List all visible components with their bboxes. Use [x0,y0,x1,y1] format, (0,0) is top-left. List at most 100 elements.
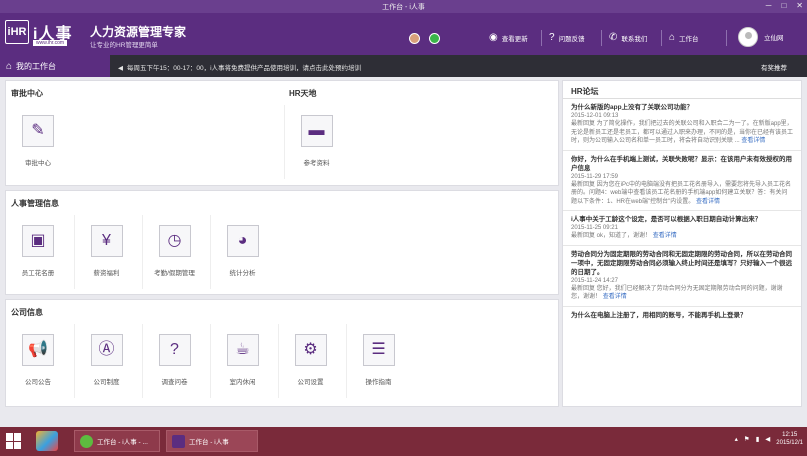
tile-label: 公司制度 [93,379,120,386]
post-detail-link[interactable]: 查看详情 [741,138,765,144]
forum-post[interactable]: i人事中关于工龄这个设定，是否可以根据入职日期自动计算出来？ 2015-11-2… [563,211,801,246]
hr-forum-panel: HR论坛 为什么新版的app上没有了关联公司功能？ 2015-12-01 09:… [562,80,802,407]
tile-announcement[interactable]: 📢 公司公告 [6,324,70,398]
logo-mark: iHR [5,20,29,44]
tray-flag-icon[interactable]: ⚑ [744,435,750,443]
post-body: 最新回复 因为您在iPc中的电脑端没有把员工花名册导入，需要您将先导入员工花名册… [571,181,792,205]
section-title-personnel: 人事管理信息 [11,199,59,208]
logo-url: www.ihr.com [33,40,68,46]
avatar[interactable] [738,27,758,47]
forum-post[interactable]: 你好，为什么在手机端上测试，关联失败呢？显示：在该用户未有效授权的用户信息 20… [563,151,801,211]
notice-text: 每周五下午15：00-17：00，i人事将免费提供产品使用培训，请点击此处预约培… [127,65,362,72]
question-icon: ? [158,334,191,366]
taskbar-clock[interactable]: 12:15 2015/12/1 [776,431,803,447]
ihr-app-icon [172,434,185,448]
tile-reference[interactable]: ▬ 参考资料 [284,105,348,179]
post-date: 2015-11-24 14:27 [571,277,618,284]
user-name[interactable]: 立仙网 [764,32,784,42]
os-taskbar: 工作台 - i人事 - ... 工作台 - i人事 ▴ ⚑ ▮ ◀ 12:15 … [0,427,807,456]
tile-label: 公司公告 [25,379,51,386]
tile-settings[interactable]: ⚙ 公司设置 [278,324,342,398]
post-detail-link[interactable]: 查看详情 [603,294,627,300]
forum-post[interactable]: 为什么新版的app上没有了关联公司功能？ 2015-12-01 09:13 最新… [563,99,801,151]
tray-up-arrow-icon[interactable]: ▴ [735,435,738,443]
clock-time: 12:15 [782,432,798,438]
clock-date: 2015/12/1 [776,440,803,446]
tile-salary[interactable]: ¥ 薪资福利 [74,215,138,289]
tile-label: 调查问卷 [161,379,188,386]
approval-icon: ✎ [22,115,54,147]
user-name-label: 立仙网 [764,35,784,42]
maximize-button[interactable]: □ [781,1,786,10]
brand-title: 人力资源管理专家 [90,25,187,39]
megaphone-icon: ◀ [118,65,123,72]
forum-post[interactable]: 为什么在电脑上注册了，用相同的账号，不能再手机上登录？ [563,307,801,324]
system-tray: ▴ ⚑ ▮ ◀ 12:15 2015/12/1 [735,431,803,447]
post-date: 2015-12-01 09:13 [571,113,619,119]
folder-icon: ▬ [300,115,333,147]
tab-label: 我的工作台 [16,61,57,71]
tile-approval-center[interactable]: ✎ 审批中心 [6,105,70,179]
tray-network-icon[interactable]: ▮ [756,435,760,443]
window-title: 工作台 - i人事 [382,4,425,11]
post-title[interactable]: 为什么在电脑上注册了，用相同的账号，不能再手机上登录？ [571,311,793,320]
post-title[interactable]: i人事中关于工龄这个设定，是否可以根据入职日期自动计算出来？ [571,215,793,224]
referral-link[interactable]: 有奖推荐 [761,62,787,72]
tile-label: 操作指南 [365,379,392,386]
tile-label: 员工花名册 [21,270,55,277]
sub-nav-bar: ⌂ 我的工作台 ◀ 每周五下午15：00-17：00，i人事将免费提供产品使用培训… [0,55,807,77]
coffee-icon: ☕ [226,334,259,366]
app-header: iHR i人事 www.ihr.com 人力资源管理专家 让专业的HR管理更简单… [0,13,807,55]
pie-chart-icon: ◕ [226,225,259,257]
nav-feedback[interactable]: ? 问题反馈 [549,32,585,43]
clock-icon: ◷ [158,225,191,257]
nav-label: 联系我们 [621,35,648,43]
tray-volume-icon[interactable]: ◀ [765,435,770,443]
close-button[interactable]: ✕ [796,1,803,10]
nav-label: 工作台 [679,35,699,43]
company-panel: 公司信息 📢 公司公告 Ⓐ 公司制度 ? 调查问卷 ☕ 室内休闲 ⚙ 公司设置 … [5,299,559,407]
tile-policy[interactable]: Ⓐ 公司制度 [74,324,138,398]
megaphone-icon: 📢 [22,334,54,366]
post-title[interactable]: 劳动合同分为固定期限的劳动合同和无固定期限的劳动合同，所以在劳动合同一项中，无固… [571,250,793,277]
tile-label: 薪资福利 [93,270,120,277]
section-title-hr-world: HR天地 [289,89,317,98]
post-title[interactable]: 为什么新版的app上没有了关联公司功能？ [571,103,793,112]
tab-my-workbench[interactable]: ⌂ 我的工作台 [0,55,110,77]
tile-guide[interactable]: ☰ 操作指南 [346,324,410,398]
status-orange-icon[interactable] [409,33,420,44]
status-green-icon[interactable] [429,33,440,44]
taskbar-task-browser[interactable]: 工作台 - i人事 - ... [74,430,160,452]
tile-employee-roster[interactable]: ▣ 员工花名册 [6,215,70,289]
training-notice[interactable]: ◀ 每周五下午15：00-17：00，i人事将免费提供产品使用培训，请点击此处预约… [118,62,361,72]
section-title-company: 公司信息 [11,308,43,317]
personnel-panel: 人事管理信息 ▣ 员工花名册 ¥ 薪资福利 ◷ 考勤/假期管理 ◕ 统计分析 [5,190,559,295]
app-launcher-icon[interactable] [36,431,58,451]
forum-post[interactable]: 劳动合同分为固定期限的劳动合同和无固定期限的劳动合同，所以在劳动合同一项中，无固… [563,246,801,307]
tile-attendance[interactable]: ◷ 考勤/假期管理 [142,215,206,289]
nav-workbench[interactable]: ⌂ 工作台 [669,32,699,43]
taskbar-task-ihr[interactable]: 工作台 - i人事 [166,430,258,452]
nav-contact[interactable]: ✆ 联系我们 [609,32,647,43]
section-title-approval: 审批中心 [11,89,43,98]
tile-label: 公司设置 [297,379,324,386]
windows-start-icon[interactable] [6,433,22,449]
minimize-button[interactable]: ─ [766,1,772,10]
tile-leisure[interactable]: ☕ 室内休闲 [210,324,274,398]
money-bag-icon: ¥ [90,225,123,257]
eye-icon: ◉ [489,32,498,43]
help-icon: ? [549,32,555,43]
forum-title: HR论坛 [563,81,801,99]
post-title[interactable]: 你好，为什么在手机端上测试，关联失败呢？显示：在该用户未有效授权的用户信息 [571,155,793,173]
tile-statistics[interactable]: ◕ 统计分析 [210,215,274,289]
nav-view-updates[interactable]: ◉ 查看更新 [489,32,528,43]
post-detail-link[interactable]: 查看详情 [696,199,720,205]
browser-icon [80,434,93,448]
roster-icon: ▣ [22,225,54,257]
tile-label: 审批中心 [25,160,51,167]
task-label: 工作台 - i人事 [189,439,229,446]
post-detail-link[interactable]: 查看详情 [653,233,677,239]
window-titlebar: 工作台 - i人事 ─ □ ✕ [0,0,807,13]
compass-icon: Ⓐ [90,334,123,366]
tile-survey[interactable]: ? 调查问卷 [142,324,206,398]
